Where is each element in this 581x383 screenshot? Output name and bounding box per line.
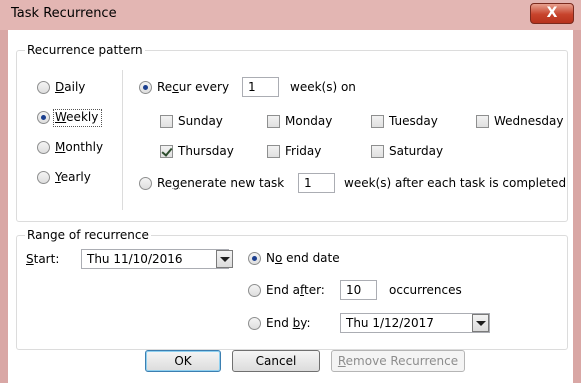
monthly-label[interactable]: Monthly [55, 140, 103, 154]
occurrences-label: occurrences [389, 283, 462, 297]
thursday-label[interactable]: Thursday [178, 144, 234, 158]
saturday-label[interactable]: Saturday [389, 144, 443, 158]
regenerate-radio[interactable] [139, 177, 152, 190]
end-after-radio[interactable] [248, 284, 261, 297]
yearly-radio[interactable] [37, 171, 50, 184]
recur-every-suffix: week(s) on [290, 80, 356, 94]
monthly-radio[interactable] [37, 141, 50, 154]
monday-checkbox[interactable] [267, 115, 280, 128]
start-date-combobox[interactable]: Thu 11/10/2016 [81, 249, 229, 269]
remove-recurrence-button[interactable]: Remove Recurrence [331, 350, 465, 372]
end-after-occurrences-input[interactable]: 10 [340, 280, 377, 300]
end-after-label[interactable]: End after: [266, 283, 325, 297]
end-by-radio[interactable] [248, 317, 261, 330]
regenerate-label[interactable]: Regenerate new task [157, 176, 284, 190]
recurrence-pattern-title: Recurrence pattern [25, 43, 145, 57]
daily-label[interactable]: Daily [55, 80, 85, 94]
monday-label[interactable]: Monday [285, 114, 332, 128]
friday-checkbox[interactable] [267, 145, 280, 158]
tuesday-checkbox[interactable] [371, 115, 384, 128]
end-by-date-combobox[interactable]: Thu 1/12/2017 [340, 313, 490, 333]
dialog-client: Recurrence pattern Daily Weekly Monthly … [8, 30, 573, 383]
weekly-focus-rect [53, 109, 102, 127]
close-button[interactable]: X [530, 3, 574, 24]
cancel-button[interactable]: Cancel [232, 350, 320, 372]
regenerate-suffix: week(s) after each task is completed [344, 176, 567, 190]
tuesday-label[interactable]: Tuesday [389, 114, 438, 128]
wednesday-checkbox[interactable] [476, 115, 489, 128]
sunday-label[interactable]: Sunday [178, 114, 223, 128]
pattern-divider [122, 70, 123, 210]
end-by-dropdown-icon[interactable] [472, 314, 489, 332]
sunday-checkbox[interactable] [160, 115, 173, 128]
friday-label[interactable]: Friday [285, 144, 321, 158]
yearly-label[interactable]: Yearly [55, 170, 91, 184]
saturday-checkbox[interactable] [371, 145, 384, 158]
no-end-date-radio[interactable] [248, 252, 261, 265]
title-bar: Task Recurrence X [0, 0, 581, 30]
recur-every-label[interactable]: Recur every [157, 80, 229, 94]
recur-every-input[interactable]: 1 [242, 77, 279, 97]
task-recurrence-window: Task Recurrence X Recurrence pattern Dai… [0, 0, 581, 383]
recur-every-radio[interactable] [139, 81, 152, 94]
end-by-label[interactable]: End by: [266, 316, 311, 330]
wednesday-label[interactable]: Wednesday [494, 114, 563, 128]
regenerate-input[interactable]: 1 [298, 173, 335, 193]
daily-radio[interactable] [37, 81, 50, 94]
range-of-recurrence-title: Range of recurrence [25, 228, 151, 242]
no-end-date-label[interactable]: No end date [266, 251, 340, 265]
start-label: Start: [26, 252, 60, 266]
thursday-checkbox[interactable] [160, 145, 173, 158]
recurrence-pattern-group [16, 50, 568, 222]
window-title: Task Recurrence [11, 6, 117, 21]
weekly-radio[interactable] [37, 111, 50, 124]
start-date-dropdown-icon[interactable] [216, 250, 233, 268]
window-frame [0, 30, 8, 383]
ok-button[interactable]: OK [145, 350, 221, 372]
